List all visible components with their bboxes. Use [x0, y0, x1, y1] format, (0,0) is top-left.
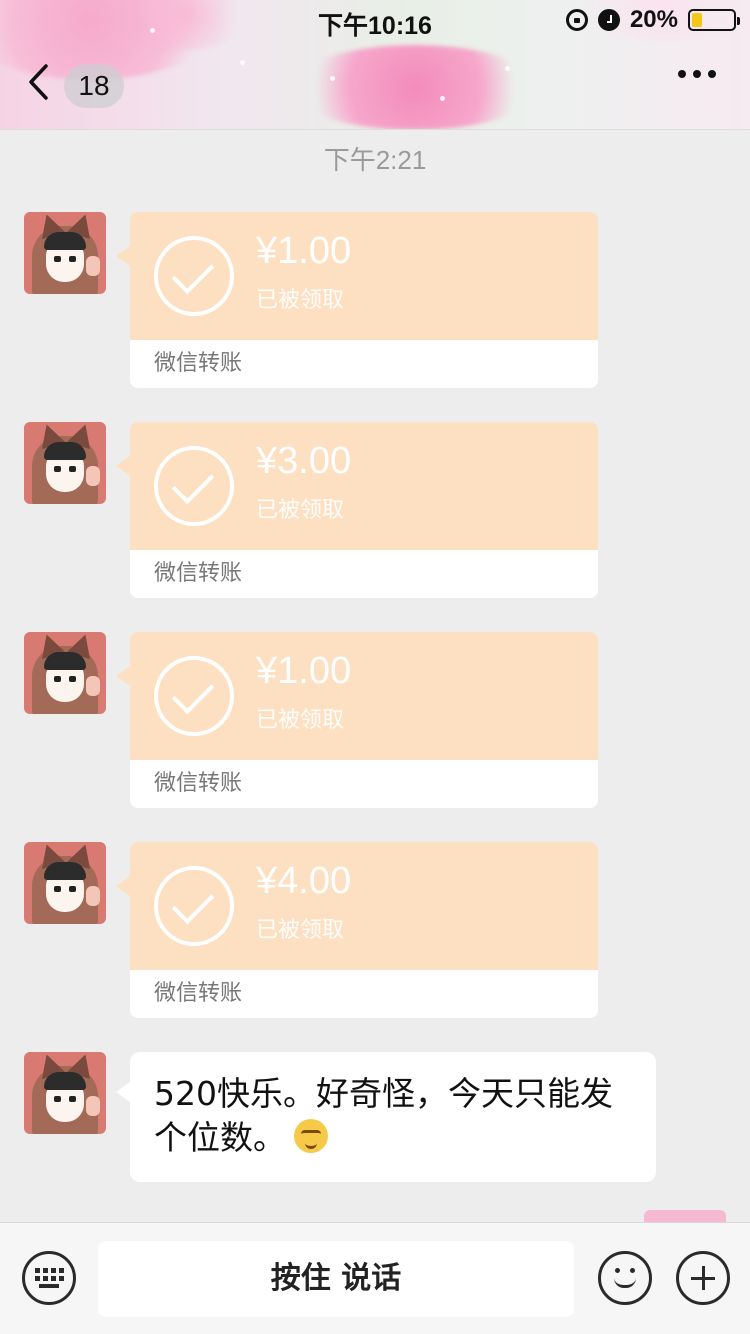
message-text: 520快乐。好奇怪，今天只能发个位数。 — [154, 1074, 613, 1157]
chat-header: 下午10:16 20% 18 — [0, 0, 750, 130]
plus-icon — [679, 1254, 727, 1302]
transfer-card[interactable]: ¥4.00 已被领取 微信转账 — [116, 842, 598, 1018]
text-message-bubble[interactable]: 520快乐。好奇怪，今天只能发个位数。 — [116, 1052, 656, 1182]
more-button[interactable] — [678, 70, 716, 78]
check-circle-icon — [154, 866, 234, 946]
keyboard-button[interactable] — [22, 1251, 76, 1305]
transfer-status: 已被领取 — [256, 708, 345, 733]
avatar[interactable] — [24, 632, 106, 714]
battery-percent: 20% — [629, 6, 678, 33]
transfer-amount: ¥1.00 — [256, 230, 352, 272]
transfer-card[interactable]: ¥3.00 已被领取 微信转账 — [116, 422, 598, 598]
battery-icon — [688, 9, 740, 31]
status-bar: 下午10:16 20% — [0, 0, 750, 42]
transfer-status: 已被领取 — [256, 918, 345, 943]
check-circle-icon — [154, 446, 234, 526]
input-bar: 按住 说话 — [0, 1222, 750, 1334]
plus-button[interactable] — [676, 1251, 730, 1305]
check-circle-icon — [154, 236, 234, 316]
avatar[interactable] — [24, 422, 106, 504]
message-timestamp: 下午2:21 — [323, 145, 427, 175]
avatar[interactable] — [24, 842, 106, 924]
transfer-status: 已被领取 — [256, 498, 345, 523]
transfer-label: 微信转账 — [130, 550, 598, 598]
transfer-amount: ¥4.00 — [256, 860, 352, 902]
transfer-label: 微信转账 — [130, 340, 598, 388]
rotation-lock-icon — [565, 9, 588, 31]
transfer-status: 已被领取 — [256, 288, 345, 313]
transfer-amount: ¥3.00 — [256, 440, 352, 482]
nav-bar: 18 — [0, 48, 750, 118]
more-dots-icon — [678, 70, 686, 78]
keyboard-icon — [34, 1268, 64, 1288]
hold-to-talk-button[interactable]: 按住 说话 — [98, 1241, 574, 1317]
check-circle-icon — [154, 656, 234, 736]
laughing-crying-emoji-icon — [294, 1119, 328, 1153]
transfer-amount: ¥1.00 — [256, 650, 352, 692]
transfer-label: 微信转账 — [130, 760, 598, 808]
back-chevron-icon — [29, 64, 48, 100]
transfer-card[interactable]: ¥1.00 已被领取 微信转账 — [116, 632, 598, 808]
transfer-label: 微信转账 — [130, 970, 598, 1018]
emoji-icon — [601, 1254, 649, 1302]
transfer-card[interactable]: ¥1.00 已被领取 微信转账 — [116, 212, 598, 388]
emoji-button[interactable] — [598, 1251, 652, 1305]
unread-count-badge[interactable]: 18 — [64, 64, 124, 108]
status-icons: 20% — [565, 6, 740, 34]
alarm-icon — [597, 9, 620, 31]
outgoing-bubble-edge — [644, 1210, 726, 1222]
avatar[interactable] — [24, 212, 106, 294]
avatar[interactable] — [24, 1052, 106, 1134]
back-button[interactable] — [26, 62, 66, 102]
